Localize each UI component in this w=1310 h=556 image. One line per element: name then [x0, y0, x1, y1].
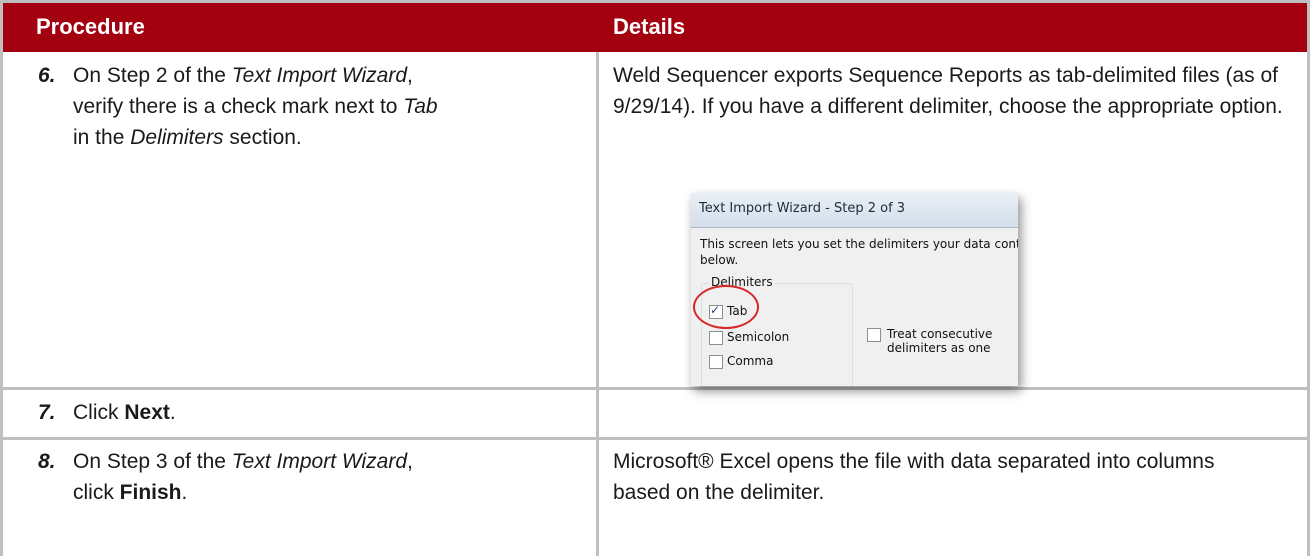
dialog-description: This screen lets you set the delimiters …: [700, 237, 1018, 267]
header-procedure: Procedure: [36, 14, 145, 39]
procedure-text: On Step 3 of the Text Import Wizard, cli…: [73, 450, 413, 504]
consecutive-label: Treat consecutive delimiters as one: [887, 327, 993, 355]
semicolon-checkbox[interactable]: [709, 331, 723, 345]
details-text: Microsoft® Excel opens the file with dat…: [613, 446, 1273, 508]
comma-label: Comma: [727, 354, 774, 368]
semicolon-label: Semicolon: [727, 330, 790, 344]
table-border-top: [0, 0, 1310, 3]
table-row: 6. On Step 2 of the Text Import Wizard, …: [0, 60, 596, 380]
step-number: 7.: [38, 401, 56, 424]
table-row: 7. Click Next.: [0, 397, 596, 433]
dialog-title: Text Import Wizard - Step 2 of 3: [699, 201, 906, 216]
highlight-oval: [693, 285, 759, 329]
comma-checkbox[interactable]: [709, 355, 723, 369]
row-divider-1: [0, 387, 1310, 390]
details-paragraph: Microsoft® Excel opens the file with dat…: [613, 450, 1215, 504]
step-number: 6.: [38, 64, 56, 87]
step-number: 8.: [38, 450, 56, 473]
consecutive-checkbox[interactable]: [867, 328, 881, 342]
dialog-title-bar: Text Import Wizard - Step 2 of 3: [691, 193, 1018, 228]
details-paragraph: Weld Sequencer exports Sequence Reports …: [613, 64, 1283, 118]
details-text: Weld Sequencer exports Sequence Reports …: [613, 60, 1293, 122]
dialog-screenshot: Text Import Wizard - Step 2 of 3 This sc…: [691, 193, 1018, 386]
column-divider: [596, 52, 599, 556]
row-divider-2: [0, 437, 1310, 440]
procedure-text: On Step 2 of the Text Import Wizard, ver…: [73, 64, 438, 149]
header-details: Details: [613, 14, 686, 39]
dialog-body: This screen lets you set the delimiters …: [691, 228, 1018, 386]
table-header: Procedure Details: [0, 2, 1310, 52]
table-row: 8. On Step 3 of the Text Import Wizard, …: [0, 446, 596, 546]
procedure-text: Click Next.: [73, 401, 176, 424]
